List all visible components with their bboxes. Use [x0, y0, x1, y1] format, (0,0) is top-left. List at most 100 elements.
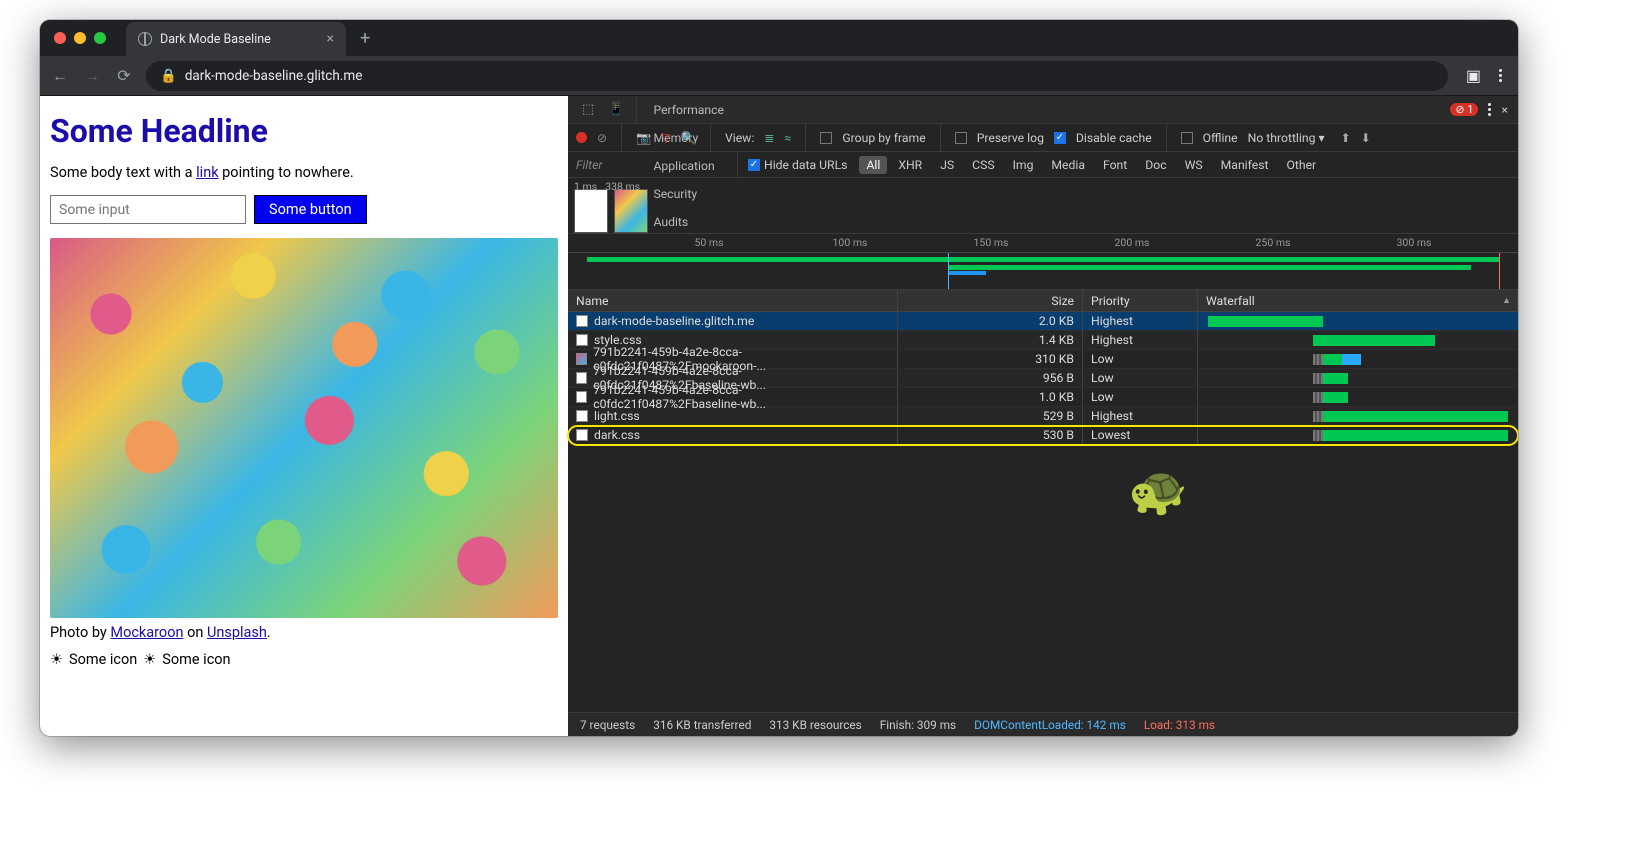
- url-field[interactable]: 🔒 dark-mode-baseline.glitch.me: [146, 61, 1448, 91]
- devtools-menu-icon[interactable]: [1488, 103, 1491, 116]
- back-icon[interactable]: ←: [50, 66, 70, 86]
- sun-icon: ☀: [50, 651, 63, 668]
- filter-input[interactable]: Filter: [568, 152, 738, 177]
- search-icon[interactable]: 🔍: [681, 131, 696, 145]
- preserve-log-checkbox[interactable]: [955, 132, 967, 144]
- network-row[interactable]: dark-mode-baseline.glitch.me2.0 KBHighes…: [568, 312, 1518, 331]
- credit-author-link[interactable]: Mockaroon: [110, 624, 183, 641]
- waterfall-cell: [1198, 369, 1518, 388]
- filter-type-img[interactable]: Img: [1006, 156, 1041, 174]
- waterfall-view-icon[interactable]: ≈: [784, 131, 791, 145]
- credit-site-link[interactable]: Unsplash: [207, 624, 267, 641]
- file-size: 2.0 KB: [898, 312, 1083, 330]
- network-row[interactable]: dark.css530 BLowest: [568, 426, 1518, 445]
- file-priority: Lowest: [1083, 426, 1198, 444]
- filter-type-js[interactable]: JS: [933, 156, 961, 174]
- status-finish: Finish: 309 ms: [880, 718, 956, 732]
- filter-type-other[interactable]: Other: [1279, 156, 1323, 174]
- tab-title: Dark Mode Baseline: [160, 32, 271, 47]
- lock-icon: 🔒: [160, 68, 177, 84]
- waterfall-cell: [1198, 350, 1518, 369]
- content-split: Some Headline Some body text with a link…: [40, 96, 1518, 736]
- turtle-icon: 🐢: [1128, 462, 1188, 519]
- filter-type-css[interactable]: CSS: [965, 156, 1001, 174]
- profile-icon[interactable]: ▣: [1466, 66, 1481, 85]
- device-toolbar-icon[interactable]: 📱: [602, 102, 630, 117]
- browser-tab[interactable]: Dark Mode Baseline ×: [126, 22, 346, 56]
- close-devtools-icon[interactable]: ×: [1501, 103, 1508, 117]
- demo-input[interactable]: [50, 195, 246, 224]
- browser-window: Dark Mode Baseline × + ← → ⟳ 🔒 dark-mode…: [40, 20, 1518, 736]
- devtools-panel: ⬚ 📱 ElementsConsoleSourcesNetworkPerform…: [568, 96, 1518, 736]
- sun-icon: ☀: [143, 651, 156, 668]
- network-row[interactable]: 791b2241-459b-4a2e-8cca-c0fdc21f0487%2Fb…: [568, 388, 1518, 407]
- filmstrip-time: 1 ms: [574, 180, 597, 193]
- new-tab-button[interactable]: +: [346, 28, 384, 49]
- status-resources: 313 KB resources: [769, 718, 861, 732]
- filter-type-media[interactable]: Media: [1044, 156, 1092, 174]
- forward-icon: →: [82, 66, 102, 86]
- tick: 250 ms: [1256, 236, 1291, 249]
- hide-data-urls-checkbox[interactable]: ✓: [748, 159, 760, 171]
- browser-menu-icon[interactable]: [1499, 69, 1502, 82]
- col-priority[interactable]: Priority: [1083, 290, 1198, 311]
- filter-type-ws[interactable]: WS: [1178, 156, 1210, 174]
- filter-type-font[interactable]: Font: [1096, 156, 1134, 174]
- col-size[interactable]: Size: [898, 290, 1083, 311]
- col-waterfall[interactable]: Waterfall▲: [1198, 290, 1518, 311]
- file-priority: Highest: [1083, 407, 1198, 425]
- devtools-tab-performance[interactable]: Performance: [643, 96, 734, 124]
- page-body: Some body text with a link pointing to n…: [50, 164, 558, 181]
- record-icon[interactable]: [576, 132, 587, 143]
- tick: 300 ms: [1397, 236, 1432, 249]
- filter-type-manifest[interactable]: Manifest: [1214, 156, 1276, 174]
- globe-icon: [138, 32, 152, 46]
- filmstrip-frame[interactable]: [614, 189, 648, 233]
- file-name: dark-mode-baseline.glitch.me: [594, 314, 754, 328]
- throttling-select[interactable]: No throttling ▾: [1248, 131, 1325, 145]
- close-window-icon[interactable]: [54, 32, 66, 44]
- filter-icon[interactable]: ▽: [661, 131, 670, 145]
- file-icon: [576, 410, 588, 422]
- file-size: 1.4 KB: [898, 331, 1083, 349]
- large-rows-icon[interactable]: ≣: [764, 131, 774, 145]
- file-size: 1.0 KB: [898, 388, 1083, 406]
- filter-type-xhr[interactable]: XHR: [891, 156, 929, 174]
- filter-type-doc[interactable]: Doc: [1138, 156, 1173, 174]
- maximize-window-icon[interactable]: [94, 32, 106, 44]
- col-name[interactable]: Name: [568, 290, 898, 311]
- import-har-icon[interactable]: ⬆: [1341, 131, 1351, 145]
- photo-credit: Photo by Mockaroon on Unsplash.: [50, 624, 558, 641]
- export-har-icon[interactable]: ⬇: [1361, 131, 1371, 145]
- waterfall-cell: [1198, 426, 1518, 445]
- disable-cache-checkbox[interactable]: ✓: [1054, 132, 1066, 144]
- demo-button[interactable]: Some button: [254, 195, 367, 224]
- file-size: 310 KB: [898, 350, 1083, 368]
- network-row[interactable]: light.css 529 BHighest: [568, 407, 1518, 426]
- view-label: View:: [725, 131, 754, 145]
- file-size: 529 B: [898, 407, 1083, 425]
- inspect-element-icon[interactable]: ⬚: [576, 102, 600, 117]
- offline-checkbox[interactable]: [1181, 132, 1193, 144]
- file-priority: Highest: [1083, 331, 1198, 349]
- minimize-window-icon[interactable]: [74, 32, 86, 44]
- body-link[interactable]: link: [196, 164, 218, 181]
- status-requests: 7 requests: [580, 718, 635, 732]
- traffic-lights: [54, 20, 106, 56]
- timeline-overview[interactable]: 50 ms100 ms150 ms200 ms250 ms300 ms: [568, 234, 1518, 290]
- filmstrip-frame[interactable]: [574, 189, 608, 233]
- close-tab-icon[interactable]: ×: [327, 31, 334, 47]
- file-name: dark.css: [594, 428, 640, 442]
- file-icon: [576, 315, 588, 327]
- filter-type-all[interactable]: All: [859, 156, 887, 174]
- file-priority: Low: [1083, 369, 1198, 387]
- screenshot-icon[interactable]: 📷: [636, 131, 651, 145]
- error-count-badge[interactable]: ⊘ 1: [1450, 103, 1478, 116]
- file-name: light.css: [594, 409, 640, 423]
- rendered-page: Some Headline Some body text with a link…: [40, 96, 568, 736]
- waterfall-cell: [1198, 388, 1518, 407]
- reload-icon[interactable]: ⟳: [114, 66, 134, 85]
- clear-icon[interactable]: ⊘: [597, 131, 607, 145]
- group-by-frame-checkbox[interactable]: [820, 132, 832, 144]
- network-table-header: Name Size Priority Waterfall▲: [568, 290, 1518, 312]
